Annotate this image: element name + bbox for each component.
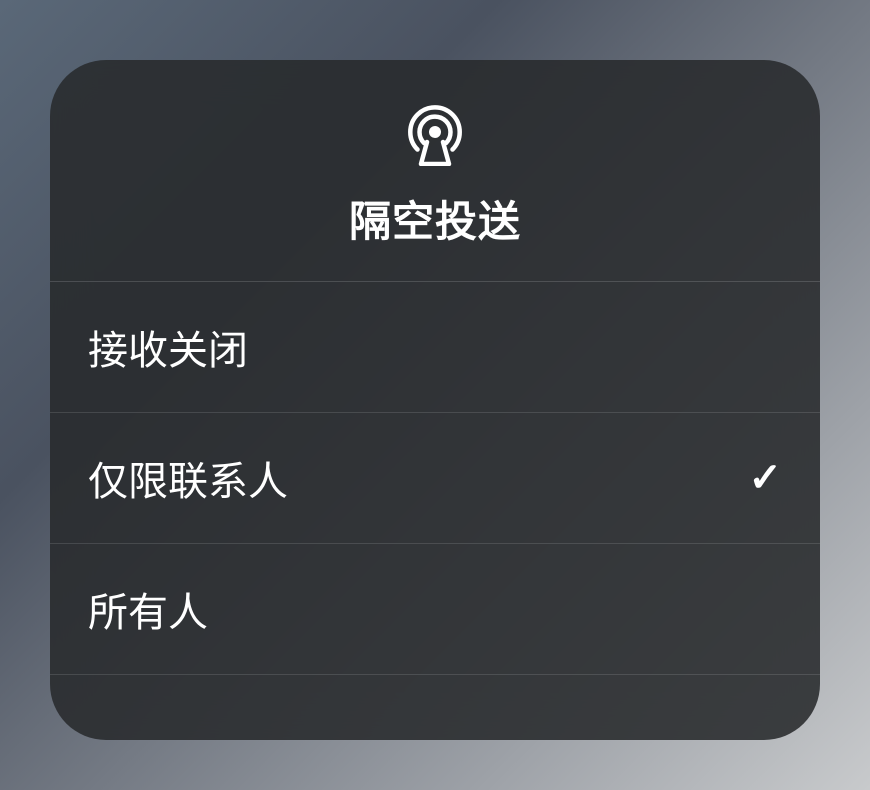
checkmark-icon: ✓ [748, 455, 782, 501]
airdrop-settings-panel: 隔空投送 接收关闭 ✓ 仅限联系人 ✓ 所有人 ✓ [50, 60, 820, 740]
option-list: 接收关闭 ✓ 仅限联系人 ✓ 所有人 ✓ [50, 282, 820, 675]
airdrop-icon [401, 98, 469, 166]
option-label: 接收关闭 [88, 318, 248, 376]
panel-title: 隔空投送 [349, 188, 521, 249]
option-everyone[interactable]: 所有人 ✓ [50, 544, 820, 675]
panel-header: 隔空投送 [50, 60, 820, 282]
option-label: 所有人 [88, 580, 208, 638]
option-label: 仅限联系人 [88, 449, 288, 507]
option-receiving-off[interactable]: 接收关闭 ✓ [50, 282, 820, 413]
option-contacts-only[interactable]: 仅限联系人 ✓ [50, 413, 820, 544]
